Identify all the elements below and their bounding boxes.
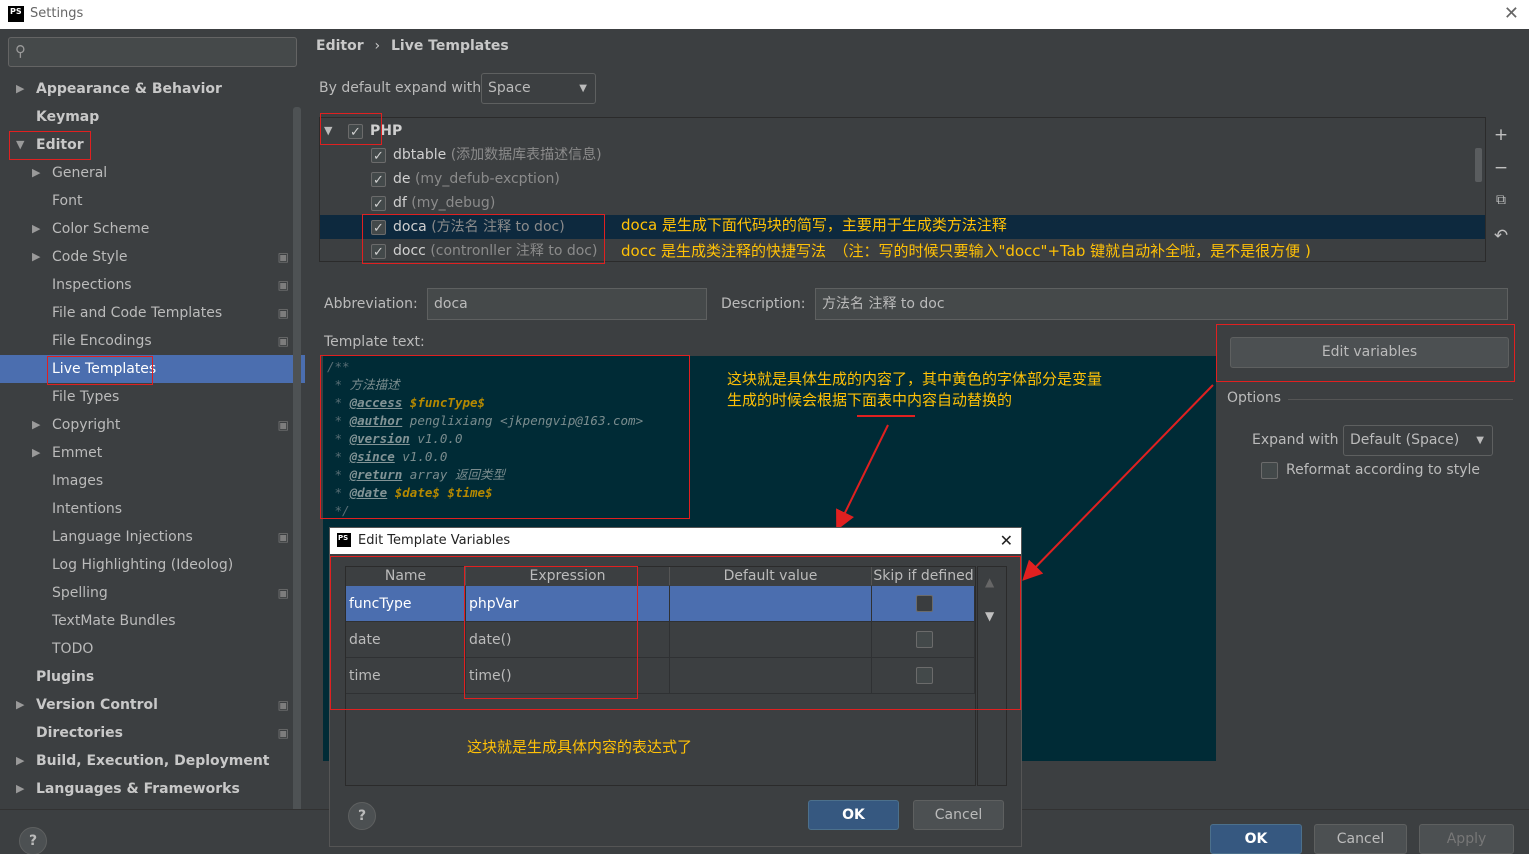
skip-checkbox[interactable] — [916, 667, 933, 684]
dialog-titlebar: PS Edit Template Variables ✕ — [330, 528, 1021, 554]
cell-expression[interactable]: date() — [466, 622, 670, 658]
cell-skip[interactable] — [872, 586, 975, 622]
cell-default[interactable] — [670, 586, 872, 622]
arrow-to-table — [1022, 384, 1214, 581]
cell-name[interactable]: date — [346, 622, 466, 658]
cell-expression[interactable]: phpVar — [466, 586, 670, 622]
column-header-name[interactable]: Name — [346, 567, 466, 585]
dialog-cancel-button[interactable]: Cancel — [913, 800, 1004, 830]
cell-default[interactable] — [670, 658, 872, 694]
table-side-toolbar: ▲ ▼ — [977, 566, 1007, 786]
close-icon[interactable]: ✕ — [1000, 528, 1013, 554]
dialog-ok-button[interactable]: OK — [808, 800, 899, 830]
move-down-icon[interactable]: ▼ — [985, 609, 994, 623]
column-header-default[interactable]: Default value — [670, 567, 872, 585]
ok-button[interactable]: OK — [1210, 824, 1302, 854]
cancel-button[interactable]: Cancel — [1314, 824, 1407, 854]
annotation-expression: 这块就是生成具体内容的表达式了 — [467, 738, 693, 756]
dialog-help-button[interactable]: ? — [348, 802, 376, 830]
phpstorm-logo-icon: PS — [337, 533, 351, 547]
skip-checkbox[interactable] — [916, 631, 933, 648]
cell-skip[interactable] — [872, 622, 975, 658]
dialog-title: Edit Template Variables — [358, 533, 511, 548]
cell-name[interactable]: funcType — [346, 586, 466, 622]
edit-template-variables-dialog: PS Edit Template Variables ✕ Name Expres… — [329, 527, 1022, 847]
column-header-skip[interactable]: Skip if defined — [872, 567, 975, 585]
column-header-expression[interactable]: Expression — [466, 567, 670, 585]
help-button[interactable]: ? — [19, 827, 47, 854]
cell-expression[interactable]: time() — [466, 658, 670, 694]
cell-name[interactable]: time — [346, 658, 466, 694]
move-up-icon[interactable]: ▲ — [985, 575, 994, 589]
cell-skip[interactable] — [872, 658, 975, 694]
cell-default[interactable] — [670, 622, 872, 658]
arrow-to-dialog — [836, 424, 889, 531]
apply-button[interactable]: Apply — [1419, 824, 1514, 854]
skip-checkbox[interactable] — [916, 595, 933, 612]
